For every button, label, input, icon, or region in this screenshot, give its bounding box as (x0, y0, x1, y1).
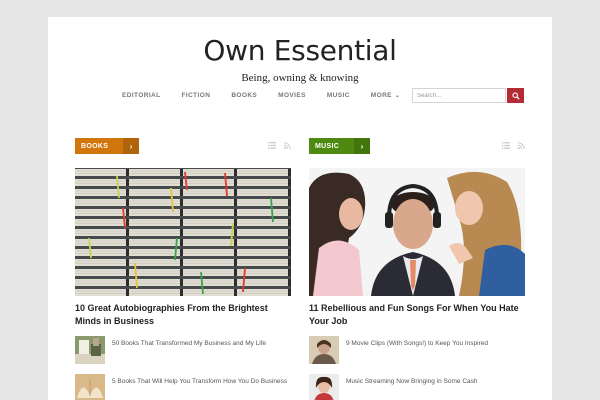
music-post-item[interactable]: Music Streaming Now Bringing in Some Cas… (309, 374, 525, 400)
post-title: 5 Books That Will Help You Transform How… (112, 378, 288, 385)
nav-item-more-label: MORE (370, 92, 392, 99)
site-tagline: Being, owning & knowing (241, 72, 359, 84)
post-thumbnail (75, 336, 105, 364)
search-form (412, 88, 524, 103)
chevron-right-icon: › (123, 138, 140, 154)
nav-item-fiction[interactable]: FICTION (182, 92, 211, 99)
post-thumbnail (309, 374, 339, 400)
site-title[interactable]: Own Essential (48, 34, 552, 67)
post-title: 50 Books That Transformed My Business an… (112, 340, 267, 347)
rss-icon[interactable] (518, 142, 525, 149)
page: Own Essential Being, owning & knowing ED… (48, 17, 552, 400)
main-nav: EDITORIAL FICTION BOOKS MOVIES MUSIC MOR… (122, 92, 421, 99)
books-category-label: BOOKS (81, 142, 109, 150)
nav-item-books[interactable]: BOOKS (231, 92, 257, 99)
music-post-item[interactable]: 9 Movie Clips (With Songs!) to Keep You … (309, 336, 525, 364)
list-view-icon[interactable] (502, 142, 510, 149)
post-title: 9 Movie Clips (With Songs!) to Keep You … (346, 340, 488, 347)
list-view-icon[interactable] (268, 142, 276, 149)
nav-item-more[interactable]: MORE ⌄ (371, 92, 401, 99)
search-button[interactable] (507, 88, 524, 103)
post-thumbnail (309, 336, 339, 364)
books-category-badge[interactable]: BOOKS › (75, 138, 140, 154)
chevron-down-icon: ⌄ (394, 93, 401, 99)
music-featured-image[interactable] (309, 168, 525, 296)
rss-icon[interactable] (284, 142, 291, 149)
nav-item-movies[interactable]: MOVIES (278, 92, 306, 99)
books-post-item[interactable]: 5 Books That Will Help You Transform How… (75, 374, 291, 400)
search-icon (511, 91, 520, 100)
music-category-label: MUSIC (315, 142, 340, 150)
search-input[interactable] (412, 88, 506, 103)
music-featured-title[interactable]: 11 Rebellious and Fun Songs For When You… (309, 302, 525, 328)
post-thumbnail (75, 374, 105, 400)
music-view-icons (494, 142, 525, 149)
nav-item-music[interactable]: MUSIC (327, 92, 350, 99)
books-featured-image[interactable] (75, 168, 291, 296)
chevron-right-icon: › (354, 138, 371, 154)
nav-item-editorial[interactable]: EDITORIAL (122, 92, 161, 99)
books-view-icons (260, 142, 291, 149)
post-title: Music Streaming Now Bringing in Some Cas… (346, 378, 478, 385)
books-post-item[interactable]: 50 Books That Transformed My Business an… (75, 336, 291, 364)
music-category-badge[interactable]: MUSIC › (309, 138, 371, 154)
books-featured-title[interactable]: 10 Great Autobiographies From the Bright… (75, 302, 291, 328)
